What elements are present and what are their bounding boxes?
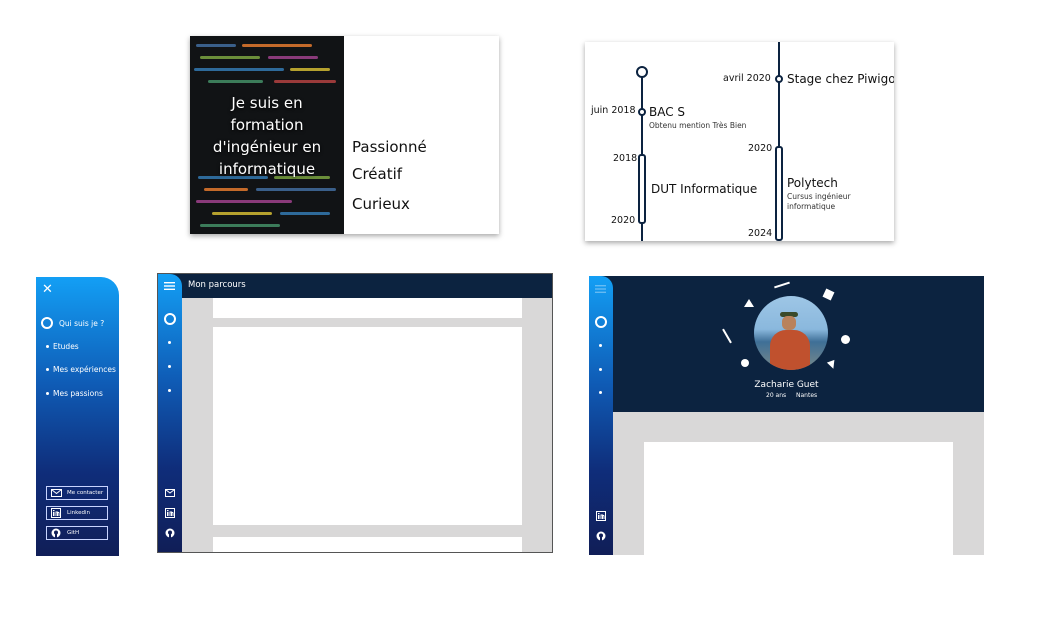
confetti-circle [841,335,850,344]
nav-ring-active[interactable] [595,316,607,328]
nav-item-studies[interactable]: Etudes [53,342,79,351]
github-icon[interactable] [596,531,606,541]
timeline-label: Stage chez Piwigo [787,72,894,86]
profile-header: Zacharie Guet 20 ans Nantes [589,276,984,412]
mail-icon [51,489,62,497]
github-label: GitH [67,530,80,536]
period-end: 2024 [748,228,773,239]
timeline-card: juin 2018 BAC S Obtenu mention Très Bien… [585,42,894,241]
nav-dot[interactable] [168,341,171,344]
nav-dot[interactable] [599,368,602,371]
intro-headline: Je suis en formation d'ingénieur en info… [212,94,322,178]
nav-dot[interactable] [599,391,602,394]
nav-item-about[interactable]: Qui suis je ? [59,319,104,328]
timeline-start-circle [636,66,648,78]
contact-label: Me contacter [67,490,104,496]
trait-passionne: Passionné [352,138,427,156]
nav-item-passions[interactable]: Mes passions [53,389,103,398]
profile-city: Nantes [796,392,818,399]
contact-button[interactable]: Me contacter [46,486,108,500]
timeline-sub: informatique [787,202,836,211]
nav-ring-active [41,317,53,329]
content-panel [213,537,522,552]
timeline-sub: Obtenu mention Très Bien [649,121,747,130]
confetti-square [822,288,835,301]
period-pill [638,154,646,224]
period-start: 2020 [748,143,773,154]
nav-dot[interactable] [168,389,171,392]
nav-dot [46,392,49,395]
content-panel [213,298,522,318]
linkedin-label: Linkedin [67,510,90,516]
linkedin-icon[interactable] [165,508,175,518]
avatar [754,296,828,370]
period-pill [775,146,783,241]
nav-dot [46,368,49,371]
period-start: 2018 [613,153,638,164]
side-rail [158,274,182,552]
nav-ring-active[interactable] [164,313,176,325]
parcours-frame: Mon parcours [157,273,553,553]
timeline-label: DUT Informatique [651,182,758,196]
linkedin-button[interactable]: Linkedin [46,506,108,520]
github-button[interactable]: GitH [46,526,108,540]
mail-icon[interactable] [165,489,175,497]
timeline-date: avril 2020 [723,73,771,84]
confetti-bar [774,281,790,289]
nav-item-experiences[interactable]: Mes expériences [53,365,116,374]
profile-age: 20 ans [766,392,787,399]
confetti-triangle [744,299,754,307]
nav-dot [46,345,49,348]
code-background-image: Je suis en formation d'ingénieur en info… [190,36,344,234]
parcours-header: Mon parcours [158,274,552,298]
period-end: 2020 [611,215,636,226]
trait-curieux: Curieux [352,195,410,213]
nav-dot[interactable] [599,344,602,347]
timeline-label: BAC S [649,105,686,119]
linkedin-icon [51,508,61,518]
mobile-sidebar: ✕ Qui suis je ? Etudes Mes expériences M… [36,277,119,556]
milestone-dot [638,108,646,116]
profile-name: Zacharie Guet [754,380,819,390]
milestone-dot [775,75,783,83]
side-rail [589,276,613,555]
confetti-circle [741,359,749,367]
hamburger-icon[interactable] [164,282,175,290]
profile-frame: Zacharie Guet 20 ans Nantes [589,276,984,555]
confetti-bar [722,328,732,344]
content-panel [644,442,953,555]
parcours-title: Mon parcours [188,280,246,290]
confetti-triangle [826,359,838,371]
content-panel [213,327,522,525]
intro-card: Je suis en formation d'ingénieur en info… [190,36,499,234]
timeline-label: Polytech [787,176,838,190]
github-icon [51,528,61,538]
github-icon[interactable] [165,528,175,538]
timeline-sub: Cursus ingénieur [787,192,851,201]
trait-creatif: Créatif [352,165,403,183]
hamburger-icon[interactable] [595,285,606,293]
close-icon[interactable]: ✕ [42,282,53,297]
timeline-date: juin 2018 [591,105,636,116]
linkedin-icon[interactable] [596,511,606,521]
nav-dot[interactable] [168,365,171,368]
